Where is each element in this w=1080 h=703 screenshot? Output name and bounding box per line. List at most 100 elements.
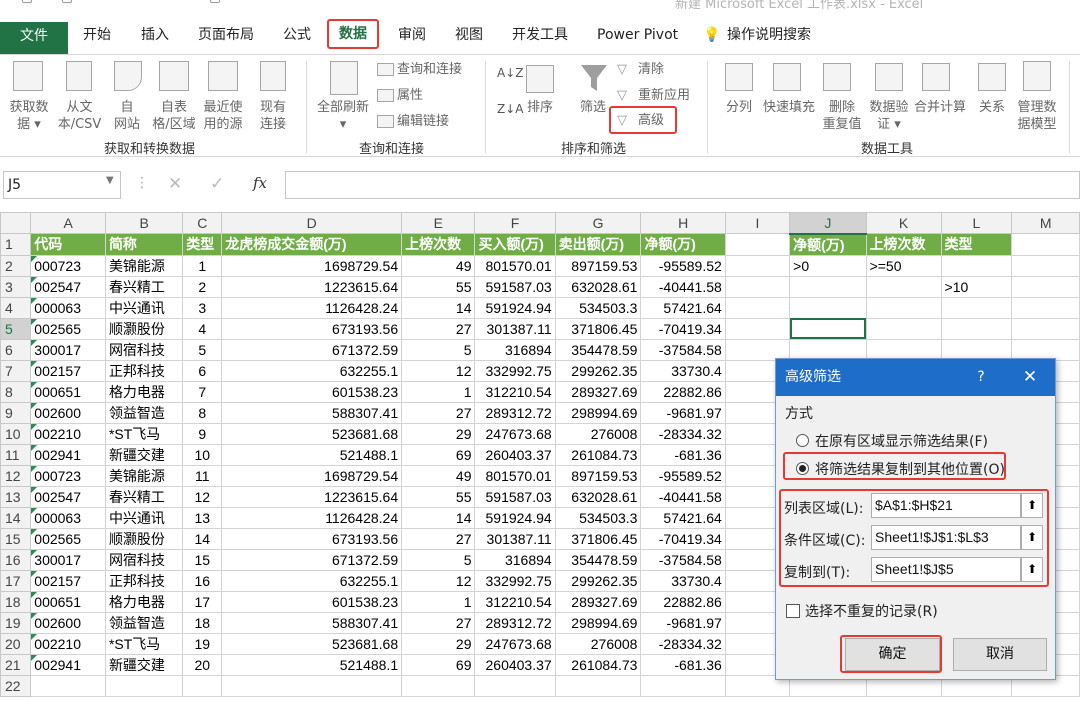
cell[interactable]: 521488.1 [221,443,403,466]
sort-za-icon[interactable]: Z↓A [497,101,523,118]
cell[interactable] [940,254,1013,277]
cell[interactable]: 12 [182,485,223,508]
cell[interactable]: 523681.68 [221,632,403,655]
cell[interactable] [724,317,791,340]
tab-view[interactable]: 视图 [455,23,483,47]
row-header[interactable]: 13 [0,485,32,508]
cell[interactable]: 2 [182,275,223,298]
cell[interactable]: 002941 [30,653,106,676]
column-header[interactable]: H [640,212,726,234]
cell[interactable] [865,338,942,361]
cell[interactable] [940,338,1013,361]
cell[interactable]: -40441.58 [640,275,726,298]
cell[interactable] [789,296,867,319]
cell[interactable]: 33730.4 [640,359,726,382]
screenshot-icon[interactable] [210,0,220,3]
cell[interactable]: 671372.59 [221,548,403,571]
cell[interactable]: 000651 [30,380,106,403]
row-header[interactable]: 6 [0,338,32,361]
cell[interactable]: -9681.97 [640,401,726,424]
cell[interactable]: 8 [182,401,223,424]
cell[interactable]: -40441.58 [640,485,726,508]
cell[interactable]: 7 [182,380,223,403]
cell[interactable]: -95589.52 [640,464,726,487]
cell[interactable]: -95589.52 [640,254,726,277]
cell[interactable]: 002210 [30,632,106,655]
cell[interactable]: 298994.69 [554,401,642,424]
cell[interactable]: 000063 [30,506,106,529]
cell[interactable] [474,674,556,697]
cell[interactable]: 261084.73 [554,653,642,676]
column-header[interactable]: D [221,212,403,234]
tab-file[interactable]: 文件 [0,22,68,54]
column-header[interactable]: K [865,212,942,234]
cell[interactable]: >0 [789,254,867,277]
cell[interactable]: >10 [940,275,1013,298]
cell[interactable]: 312210.54 [474,380,556,403]
cell[interactable]: -37584.58 [640,548,726,571]
cell[interactable] [1011,338,1080,361]
tab-review[interactable]: 审阅 [398,23,426,47]
cell[interactable]: 534503.3 [554,296,642,319]
cell[interactable]: 332992.75 [474,569,556,592]
cell[interactable]: 16 [182,569,223,592]
clear-button[interactable]: 清除 [638,61,664,78]
column-header[interactable]: E [401,212,476,234]
cell[interactable]: 55 [401,275,476,298]
cell[interactable]: -37584.58 [640,338,726,361]
cell[interactable]: -28334.32 [640,632,726,655]
name-box-dropdown-icon[interactable]: ▼ [106,175,114,186]
cell[interactable]: 289327.69 [554,590,642,613]
column-header[interactable]: J [789,212,867,235]
cancel-button[interactable]: 取消 [953,638,1047,671]
cell[interactable]: 上榜次数 [865,233,942,256]
from-text-csv-button[interactable]: 从文 本/CSV [52,99,107,133]
row-header[interactable]: 15 [0,527,32,550]
cell[interactable] [1011,296,1080,319]
cell[interactable]: 5 [182,338,223,361]
cell[interactable]: 5 [401,548,476,571]
cell[interactable]: 17 [182,590,223,613]
cell[interactable]: 354478.59 [554,338,642,361]
column-header[interactable]: A [30,212,106,234]
cell[interactable]: -681.36 [640,443,726,466]
cell[interactable]: -70419.34 [640,317,726,340]
tab-home[interactable]: 开始 [83,23,111,47]
cell[interactable]: 49 [401,464,476,487]
cell[interactable] [865,275,942,298]
cell[interactable]: 300017 [30,338,106,361]
cell[interactable]: 龙虎榜成交金额(万) [221,233,403,256]
enter-icon[interactable]: ✓ [210,174,224,194]
close-icon[interactable]: ✕ [1018,359,1042,396]
cell[interactable]: 276008 [554,632,642,655]
selected-cell-j5[interactable] [789,317,867,340]
cell[interactable]: 260403.37 [474,443,556,466]
cell[interactable]: -681.36 [640,653,726,676]
cell[interactable]: 673193.56 [221,317,403,340]
cell[interactable]: 简称 [104,233,184,256]
column-header[interactable]: C [182,212,223,234]
cell[interactable]: 9 [182,422,223,445]
cell[interactable]: 332992.75 [474,359,556,382]
cell[interactable] [940,317,1013,340]
cell[interactable]: 289312.72 [474,401,556,424]
row-header[interactable]: 14 [0,506,32,529]
cell[interactable]: 298994.69 [554,611,642,634]
cell[interactable] [724,275,791,298]
cell[interactable]: 网宿科技 [104,548,184,571]
cell[interactable]: 6 [182,359,223,382]
cell[interactable]: 1698729.54 [221,464,403,487]
cell[interactable] [940,296,1013,319]
recent-sources-button[interactable]: 最近使 用的源 [199,99,247,133]
insert-function-icon[interactable]: fx [253,174,267,192]
cell[interactable]: 002600 [30,401,106,424]
cell[interactable]: >=50 [865,254,942,277]
cell[interactable]: 正邦科技 [104,569,184,592]
cell[interactable]: 1223615.64 [221,275,403,298]
cell[interactable]: 000651 [30,590,106,613]
cell[interactable]: 002157 [30,569,106,592]
column-header[interactable]: I [724,212,791,234]
cell[interactable]: 69 [401,443,476,466]
cell[interactable]: 22882.86 [640,380,726,403]
cell[interactable]: 27 [401,611,476,634]
